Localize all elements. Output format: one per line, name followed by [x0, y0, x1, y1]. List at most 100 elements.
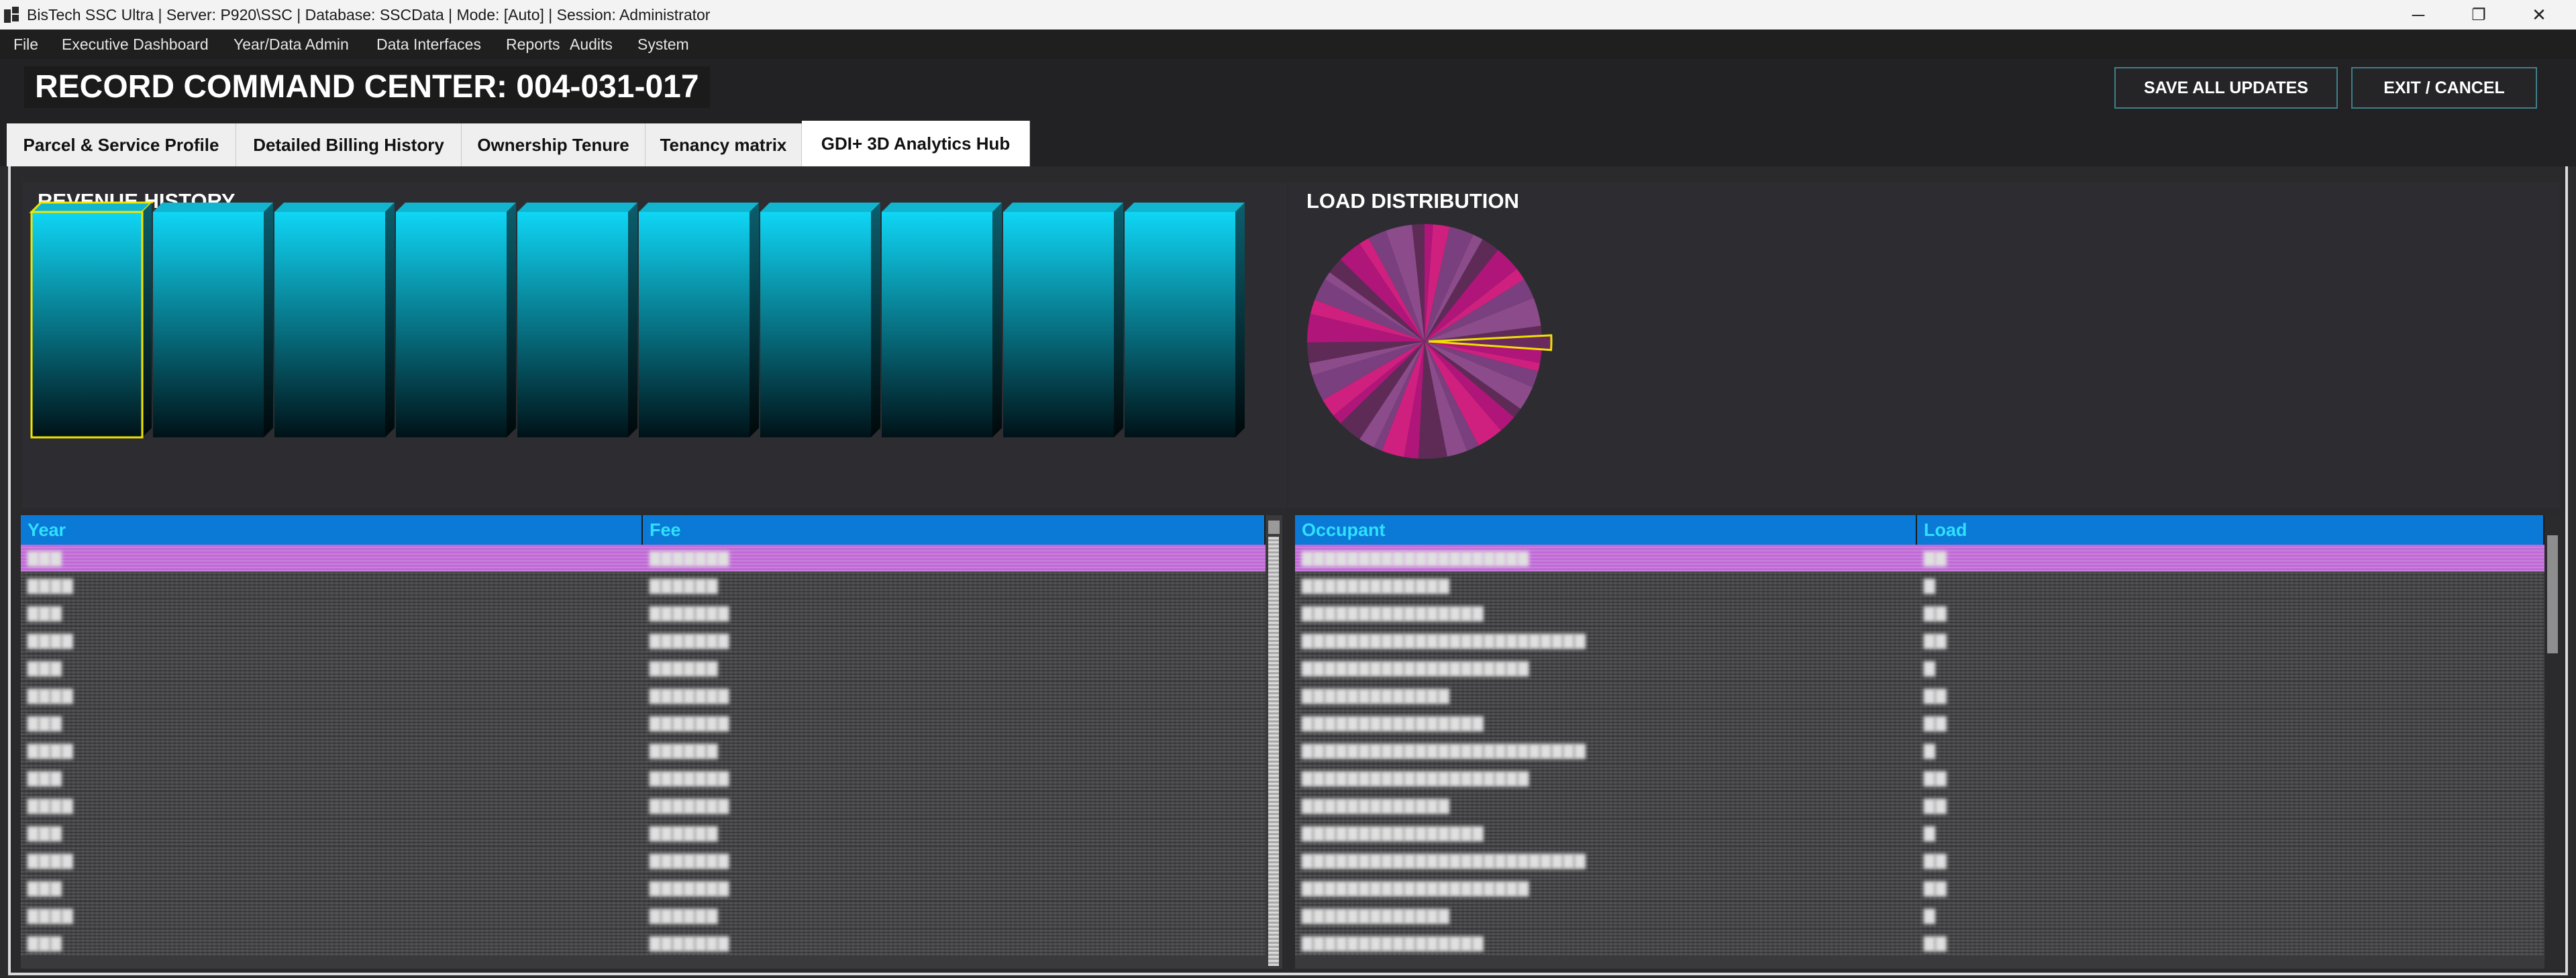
table-row[interactable]: ▇▇▇▇▇▇▇▇▇▇	[21, 572, 1266, 599]
table-cell: ▇▇▇▇	[28, 687, 73, 704]
column-header-year[interactable]: Year	[21, 515, 643, 545]
table-row[interactable]: ▇▇▇ ▇▇▇▇▇▇	[21, 820, 1266, 847]
tab-gdi-3d-analytics-hub[interactable]: GDI+ 3D Analytics Hub	[802, 121, 1030, 166]
tab-tenancy-matrix[interactable]: Tenancy matrix	[646, 123, 802, 166]
column-header-load[interactable]: Load	[1917, 515, 2544, 545]
tab-ownership-tenure[interactable]: Ownership Tenure	[462, 123, 646, 166]
revenue-bar[interactable]	[274, 203, 395, 437]
menu-data-interfaces[interactable]: Data Interfaces	[376, 36, 481, 54]
revenue-history-panel: REVENUE HISTORY	[22, 182, 1287, 508]
table-row[interactable]: ▇▇▇ ▇▇▇▇▇▇	[21, 655, 1266, 682]
table-cell: ▇▇▇▇▇▇	[650, 907, 718, 924]
table-cell: ▇▇▇▇▇▇	[650, 742, 718, 759]
table-row[interactable]: ▇▇▇▇▇▇▇▇▇▇	[21, 875, 1266, 902]
table-row[interactable]: ▇▇▇▇▇▇▇▇▇▇▇▇▇▇▇▇▇▇▇▇ ▇	[1295, 655, 2544, 682]
table-cell: ▇▇	[1924, 714, 1947, 731]
occupant-grid-scroll-thumb[interactable]	[2547, 535, 2558, 653]
fee-grid-scroll-thumb[interactable]	[1268, 537, 1279, 966]
table-row[interactable]: ▇▇▇▇▇▇▇▇▇▇▇▇▇▇▇▇ ▇▇	[1295, 600, 2544, 627]
revenue-bar[interactable]	[1003, 203, 1123, 437]
table-row[interactable]: ▇▇▇▇▇▇▇▇▇▇▇▇▇▇▇▇▇▇▇▇▇▇▇▇▇ ▇▇	[1295, 627, 2544, 654]
table-cell: ▇▇	[1924, 852, 1947, 869]
table-cell: ▇▇▇▇▇▇▇▇▇▇▇▇▇▇▇▇▇▇▇▇	[1302, 879, 1529, 896]
exit-cancel-button[interactable]: EXIT / CANCEL	[2351, 67, 2537, 109]
table-cell: ▇▇▇▇	[28, 577, 73, 594]
table-row[interactable]: ▇▇▇▇ ▇▇▇▇▇▇▇	[21, 792, 1266, 819]
table-row[interactable]: ▇▇▇▇▇▇▇▇▇▇	[21, 710, 1266, 737]
table-cell: ▇▇▇▇▇▇▇	[650, 879, 729, 896]
table-row[interactable]: ▇▇▇▇ ▇▇▇▇▇▇▇	[21, 847, 1266, 874]
menu-year-data-admin[interactable]: Year/Data Admin	[234, 36, 349, 54]
table-row[interactable]: ▇▇▇▇▇▇▇▇▇▇▇▇▇ ▇	[1295, 572, 2544, 599]
table-row[interactable]: ▇▇▇▇ ▇▇▇▇▇▇▇	[21, 627, 1266, 654]
revenue-bar[interactable]	[396, 203, 516, 437]
table-cell: ▇	[1924, 577, 1935, 594]
revenue-bar[interactable]	[517, 203, 637, 437]
table-cell: ▇▇▇▇▇▇▇	[650, 797, 729, 814]
table-row[interactable]: ▇▇▇▇▇▇▇▇▇▇▇▇▇▇▇▇▇▇▇▇ ▇▇	[1295, 875, 2544, 902]
table-row[interactable]: ▇▇▇▇▇▇▇▇▇▇	[21, 600, 1266, 627]
table-row[interactable]: ▇▇▇▇▇▇▇▇▇▇▇▇▇▇▇▇▇▇▇▇ ▇▇	[1295, 765, 2544, 792]
revenue-bar[interactable]	[639, 203, 759, 437]
table-cell: ▇▇▇	[28, 769, 62, 786]
table-cell: ▇	[1924, 824, 1935, 841]
menu-bar: File Executive Dashboard Year/Data Admin…	[0, 30, 2576, 59]
tab-detailed-billing-history[interactable]: Detailed Billing History	[236, 123, 462, 166]
table-cell: ▇▇▇▇▇▇	[650, 577, 718, 594]
table-cell: ▇▇	[1924, 769, 1947, 786]
scroll-up-arrow-icon[interactable]	[1268, 521, 1280, 534]
table-row[interactable]: ▇▇▇▇▇▇▇▇▇▇▇▇▇▇▇▇ ▇▇	[1295, 710, 2544, 737]
table-row[interactable]: ▇▇▇▇▇▇▇▇▇▇▇▇▇▇▇▇▇▇▇▇▇▇▇▇▇ ▇▇	[1295, 847, 2544, 874]
table-row[interactable]: ▇▇▇▇▇▇▇▇▇▇▇▇▇ ▇▇	[1295, 792, 2544, 819]
fee-grid-scrollbar[interactable]	[1266, 515, 1282, 969]
occupant-grid-scrollbar[interactable]	[2544, 515, 2562, 969]
fee-grid[interactable]: Year Fee ▇▇▇ ▇▇▇▇▇▇▇ ▇▇▇▇ ▇▇▇▇▇▇ ▇▇▇ ▇▇▇▇▇▇▇ ▇…	[21, 515, 1282, 969]
column-header-fee[interactable]: Fee	[643, 515, 1266, 545]
table-row[interactable]: ▇▇▇▇▇▇▇▇▇▇	[21, 545, 1266, 572]
table-row[interactable]: ▇▇▇▇▇▇▇▇▇▇▇▇▇▇▇▇▇▇▇▇ ▇▇	[1295, 545, 2544, 572]
revenue-bar[interactable]	[760, 203, 880, 437]
table-cell: ▇▇▇	[28, 879, 62, 896]
close-button[interactable]: ✕	[2502, 0, 2576, 30]
table-cell: ▇▇▇▇▇▇▇▇▇▇▇▇▇▇▇▇▇▇▇▇▇▇▇▇▇	[1302, 632, 1586, 649]
occupant-load-grid[interactable]: Occupant Load ▇▇▇▇▇▇▇▇▇▇▇▇▇▇▇▇▇▇▇▇ ▇▇ ▇▇▇▇…	[1295, 515, 2562, 969]
menu-executive-dashboard[interactable]: Executive Dashboard	[62, 36, 209, 54]
table-row[interactable]: ▇▇▇▇▇▇▇▇▇▇▇▇▇▇▇▇ ▇▇	[1295, 930, 2544, 957]
table-cell: ▇▇▇▇	[28, 742, 73, 759]
table-cell: ▇▇▇▇▇▇	[650, 824, 718, 841]
menu-audits[interactable]: Audits	[570, 36, 613, 54]
revenue-bar[interactable]	[882, 203, 1002, 437]
table-row[interactable]: ▇▇▇▇▇▇▇▇▇▇▇▇▇ ▇▇	[1295, 682, 2544, 709]
header-bar: RECORD COMMAND CENTER: 004-031-017 SAVE …	[0, 59, 2576, 121]
table-row[interactable]: ▇▇▇▇▇▇▇▇▇▇▇▇▇▇▇▇ ▇	[1295, 820, 2544, 847]
load-distribution-panel: LOAD DISTRIBUTION	[1288, 182, 2560, 508]
revenue-bar[interactable]	[153, 203, 273, 437]
table-cell: ▇▇▇▇▇▇▇	[650, 632, 729, 649]
revenue-bar[interactable]	[1125, 203, 1245, 437]
column-header-occupant[interactable]: Occupant	[1295, 515, 1917, 545]
table-row[interactable]: ▇▇▇▇ ▇▇▇▇▇▇▇	[21, 682, 1266, 709]
load-distribution-title: LOAD DISTRIBUTION	[1306, 189, 1519, 213]
table-cell: ▇▇▇▇▇▇▇▇▇▇▇▇▇▇▇▇▇▇▇▇	[1302, 659, 1529, 676]
table-cell: ▇▇▇▇▇▇▇▇▇▇▇▇▇▇▇▇▇▇▇▇▇▇▇▇▇	[1302, 852, 1586, 869]
table-row[interactable]: ▇▇▇▇▇▇▇▇▇▇	[21, 930, 1266, 957]
revenue-bar[interactable]	[29, 201, 154, 439]
menu-reports[interactable]: Reports	[506, 36, 560, 54]
table-cell: ▇▇▇▇▇▇▇	[650, 934, 729, 951]
menu-file[interactable]: File	[13, 36, 38, 54]
tab-content: REVENUE HISTORY LOAD DISTRIBUTION Year F…	[8, 166, 2568, 975]
table-row[interactable]: ▇▇▇▇▇▇▇▇▇▇	[21, 902, 1266, 929]
fee-grid-header: Year Fee	[21, 515, 1266, 545]
table-row[interactable]: ▇▇▇▇▇▇▇▇▇▇▇▇▇ ▇	[1295, 902, 2544, 929]
tab-parcel-service-profile[interactable]: Parcel & Service Profile	[7, 123, 236, 166]
save-all-updates-button[interactable]: SAVE ALL UPDATES	[2114, 67, 2338, 109]
table-cell: ▇▇▇▇▇▇▇▇▇▇▇▇▇	[1302, 907, 1449, 924]
table-row[interactable]: ▇▇▇▇▇▇▇▇▇▇	[21, 765, 1266, 792]
table-cell: ▇	[1924, 659, 1935, 676]
table-row[interactable]: ▇▇▇▇▇▇▇▇▇▇	[21, 737, 1266, 764]
menu-system[interactable]: System	[637, 36, 689, 54]
table-row[interactable]: ▇▇▇▇▇▇▇▇▇▇▇▇▇▇▇▇▇▇▇▇▇▇▇▇▇ ▇	[1295, 737, 2544, 764]
table-cell: ▇▇▇▇▇▇▇▇▇▇▇▇▇▇▇▇▇▇▇▇	[1302, 549, 1529, 566]
table-cell: ▇▇▇▇	[28, 797, 73, 814]
table-cell: ▇▇▇▇	[28, 907, 73, 924]
